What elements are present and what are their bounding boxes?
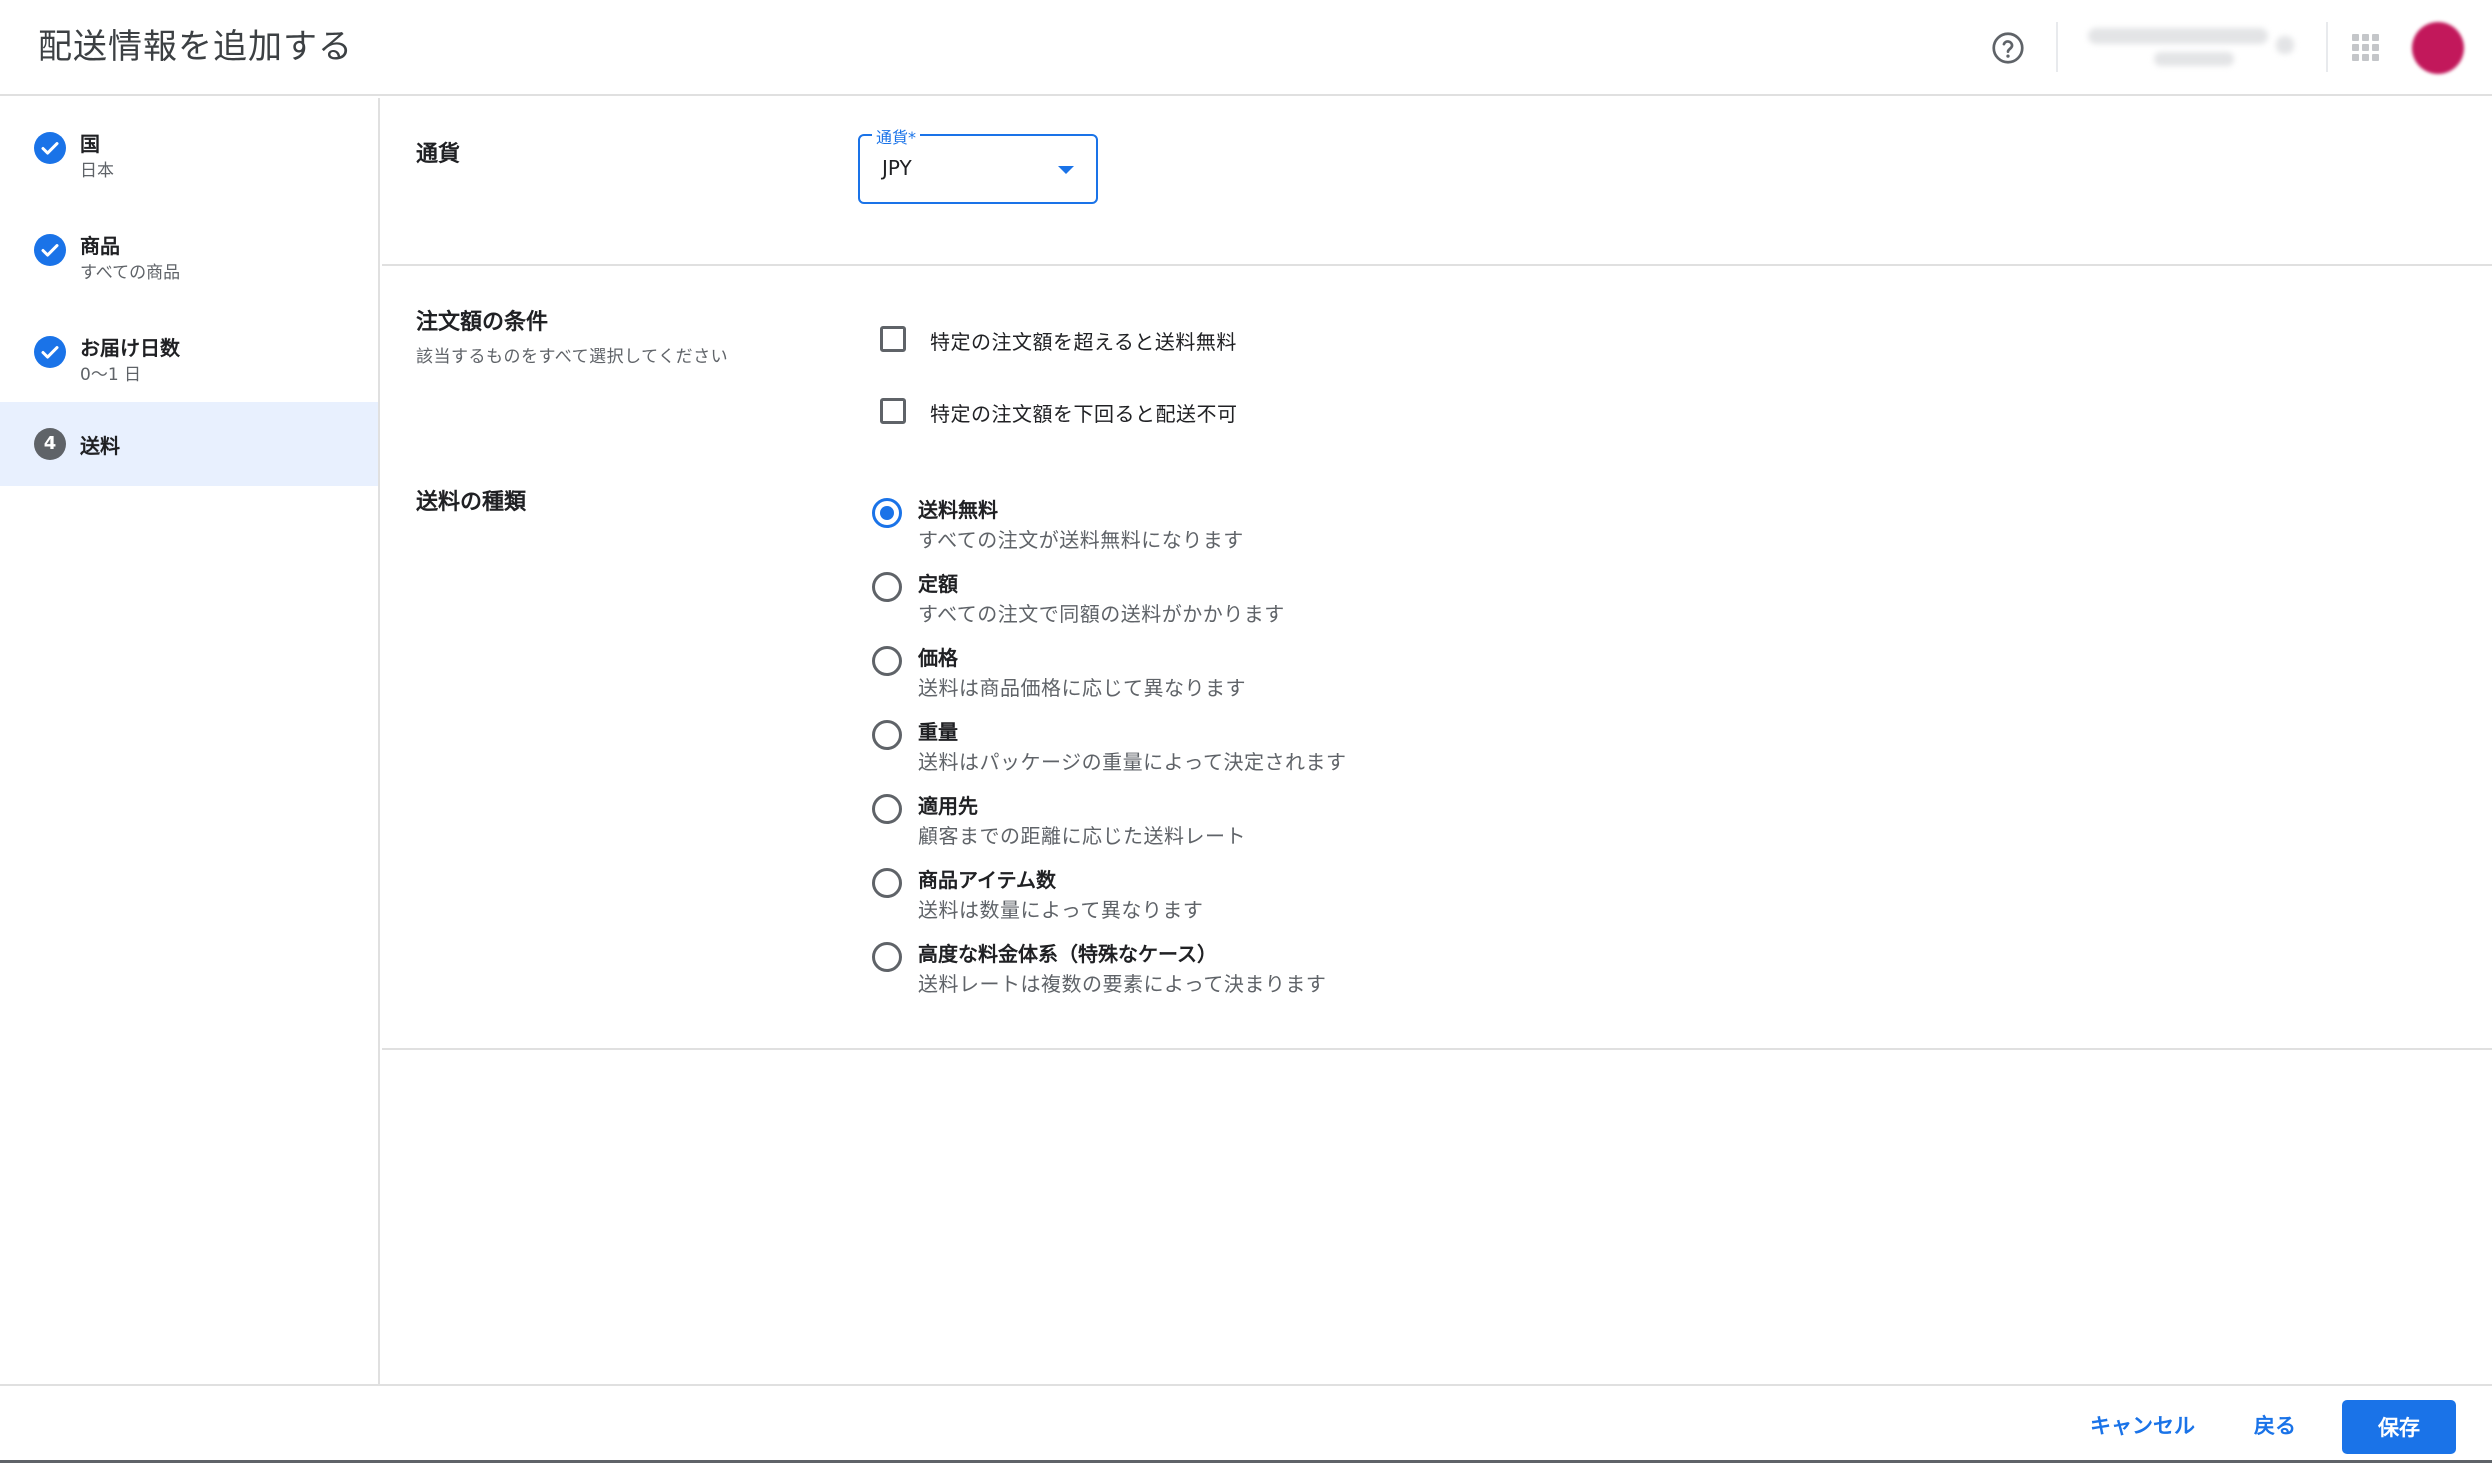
radio-title: 定額 bbox=[918, 572, 958, 596]
app-header: 配送情報を追加する bbox=[0, 0, 2492, 96]
radio-button[interactable] bbox=[872, 794, 902, 824]
currency-section-label: 通貨 bbox=[416, 142, 461, 167]
account-switcher[interactable] bbox=[2080, 22, 2300, 74]
check-circle-icon bbox=[34, 336, 66, 368]
radio-button[interactable] bbox=[872, 942, 902, 972]
header-divider bbox=[2056, 22, 2058, 72]
check-circle-icon bbox=[34, 234, 66, 266]
radio-price-based[interactable]: 価格 送料は商品価格に応じて異なります bbox=[870, 642, 1570, 708]
radio-description: すべての注文が送料無料になります bbox=[918, 528, 1244, 552]
checkbox-label: 特定の注文額を下回ると配送不可 bbox=[930, 402, 1238, 426]
radio-title: 重量 bbox=[918, 720, 958, 744]
checkbox-label: 特定の注文額を超えると送料無料 bbox=[930, 330, 1237, 354]
page-title: 配送情報を追加する bbox=[38, 27, 353, 67]
account-name-redacted bbox=[2088, 28, 2268, 44]
shipping-type-label: 送料の種類 bbox=[416, 490, 527, 515]
radio-description: すべての注文で同額の送料がかかります bbox=[918, 602, 1285, 626]
header-divider bbox=[2326, 22, 2328, 72]
account-id-redacted bbox=[2154, 52, 2234, 66]
radio-button[interactable] bbox=[872, 720, 902, 750]
sidebar-step-shipping-rate[interactable]: 4 送料 bbox=[0, 402, 378, 486]
radio-free-shipping[interactable]: 送料無料 すべての注文が送料無料になります bbox=[870, 494, 1570, 560]
radio-description: 送料はパッケージの重量によって決定されます bbox=[918, 750, 1347, 774]
radio-description: 送料レートは複数の要素によって決まります bbox=[918, 972, 1327, 996]
chevron-down-icon bbox=[2276, 36, 2294, 54]
section-divider bbox=[382, 1048, 2492, 1050]
step-subtitle: すべての商品 bbox=[80, 263, 181, 283]
checkbox-box[interactable] bbox=[880, 326, 906, 352]
step-number-badge: 4 bbox=[34, 428, 66, 460]
checkbox-box[interactable] bbox=[880, 398, 906, 424]
step-title: 送料 bbox=[80, 434, 120, 458]
radio-title: 送料無料 bbox=[918, 498, 998, 522]
radio-button[interactable] bbox=[872, 498, 902, 528]
radio-description: 送料は商品価格に応じて異なります bbox=[918, 676, 1246, 700]
order-conditions-label: 注文額の条件 bbox=[416, 310, 549, 335]
radio-advanced-pricing[interactable]: 高度な料金体系（特殊なケース） 送料レートは複数の要素によって決まります bbox=[870, 938, 1570, 1004]
check-circle-icon bbox=[34, 132, 66, 164]
apps-grid-icon[interactable] bbox=[2352, 34, 2380, 62]
radio-item-count[interactable]: 商品アイテム数 送料は数量によって異なります bbox=[870, 864, 1570, 930]
currency-value: JPY bbox=[882, 156, 912, 180]
step-subtitle: 日本 bbox=[80, 161, 114, 181]
steps-sidebar: 国 日本 商品 すべての商品 お届け日数 0〜1 日 4 送料 bbox=[0, 98, 380, 1386]
back-button[interactable]: 戻る bbox=[2254, 1406, 2296, 1446]
radio-weight-based[interactable]: 重量 送料はパッケージの重量によって決定されます bbox=[870, 716, 1570, 782]
save-button[interactable]: 保存 bbox=[2342, 1400, 2456, 1454]
step-subtitle: 0〜1 日 bbox=[80, 365, 142, 385]
step-title: 国 bbox=[80, 132, 100, 156]
radio-description: 送料は数量によって異なります bbox=[918, 898, 1204, 922]
radio-title: 高度な料金体系（特殊なケース） bbox=[918, 942, 1217, 966]
currency-field-label: 通貨* bbox=[872, 124, 921, 148]
radio-title: 適用先 bbox=[918, 794, 978, 818]
help-icon[interactable] bbox=[1990, 30, 2026, 66]
sidebar-step-delivery-days[interactable]: お届け日数 0〜1 日 bbox=[0, 310, 378, 394]
order-conditions-help: 該当するものをすべて選択してください bbox=[416, 347, 729, 367]
caret-down-icon bbox=[1058, 166, 1074, 174]
radio-destination-based[interactable]: 適用先 顧客までの距離に応じた送料レート bbox=[870, 790, 1570, 856]
radio-button[interactable] bbox=[872, 868, 902, 898]
section-divider bbox=[382, 264, 2492, 266]
main-content: 通貨 通貨* JPY 注文額の条件 該当するものをすべて選択してください 特定の… bbox=[382, 98, 2492, 1386]
step-title: お届け日数 bbox=[80, 336, 180, 360]
step-title: 商品 bbox=[80, 234, 120, 258]
radio-flat-rate[interactable]: 定額 すべての注文で同額の送料がかかります bbox=[870, 568, 1570, 634]
radio-description: 顧客までの距離に応じた送料レート bbox=[918, 824, 1246, 848]
cancel-button[interactable]: キャンセル bbox=[2090, 1406, 2195, 1446]
radio-button[interactable] bbox=[872, 646, 902, 676]
action-footer: キャンセル 戻る 保存 bbox=[0, 1384, 2492, 1463]
radio-title: 商品アイテム数 bbox=[918, 868, 1056, 892]
sidebar-step-products[interactable]: 商品 すべての商品 bbox=[0, 208, 378, 292]
avatar[interactable] bbox=[2412, 22, 2464, 74]
sidebar-step-country[interactable]: 国 日本 bbox=[0, 106, 378, 190]
currency-select[interactable]: 通貨* JPY bbox=[858, 124, 1098, 204]
radio-title: 価格 bbox=[918, 646, 958, 670]
radio-button[interactable] bbox=[872, 572, 902, 602]
